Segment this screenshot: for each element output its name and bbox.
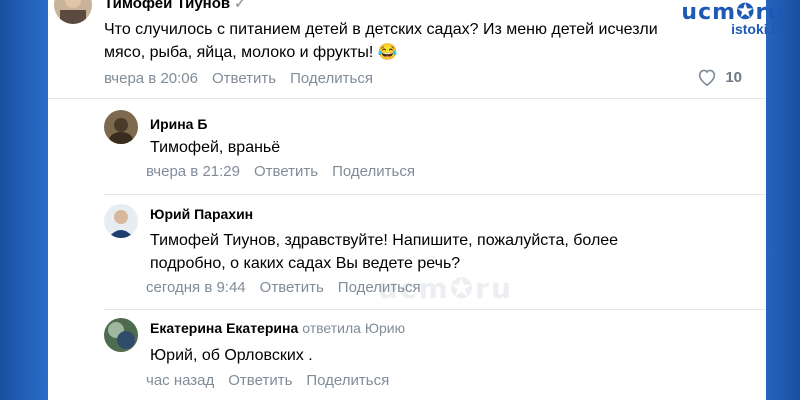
avatar[interactable] (104, 318, 138, 352)
comment-text: Тимофей, враньё (150, 139, 281, 156)
comment-author[interactable]: Юрий Парахин (150, 206, 253, 222)
share-button[interactable]: Поделиться (290, 70, 373, 87)
watermark-logo: ucm✪ru istoki.tv (681, 0, 784, 37)
reply-button[interactable]: Ответить (260, 279, 324, 296)
comment-text: Юрий, об Орловских . (150, 347, 313, 364)
comment-meta: час назад Ответить Поделиться (146, 372, 403, 389)
reply-button[interactable]: Ответить (228, 372, 292, 389)
comment-author[interactable]: Екатерина Екатерина ответила Юрию (150, 320, 405, 336)
reply-button[interactable]: Ответить (212, 70, 276, 87)
like-count: 10 (725, 68, 742, 86)
comment-meta: вчера в 21:29 Ответить Поделиться (146, 163, 429, 180)
share-button[interactable]: Поделиться (306, 372, 389, 389)
comment-author[interactable]: Ирина Б (150, 116, 207, 132)
share-button[interactable]: Поделиться (332, 163, 415, 180)
avatar[interactable] (104, 110, 138, 144)
avatar[interactable] (104, 204, 138, 238)
comment-text: Что случилось с питанием детей в детских… (104, 21, 658, 61)
reply-to-label[interactable]: ответила Юрию (302, 320, 405, 336)
comment-text: Тимофей Тиунов, здравствуйте! Напишите, … (150, 232, 619, 272)
divider (104, 309, 766, 310)
comment-time: сегодня в 9:44 (146, 279, 246, 296)
like-button[interactable]: 10 (697, 68, 742, 86)
comment-time: вчера в 20:06 (104, 70, 198, 87)
comment-author[interactable]: Тимофей Тиунов ✓ (104, 0, 246, 12)
verified-icon: ✓ (234, 0, 246, 11)
divider (48, 98, 766, 99)
comment-time: вчера в 21:29 (146, 163, 240, 180)
watermark-overlay: ucm✪ru (378, 272, 513, 305)
reply-button[interactable]: Ответить (254, 163, 318, 180)
avatar[interactable] (54, 0, 92, 24)
comment-meta: вчера в 20:06 Ответить Поделиться (104, 70, 387, 87)
comment-time: час назад (146, 372, 215, 389)
heart-icon (699, 69, 716, 86)
divider (104, 194, 766, 195)
comments-panel: Тимофей Тиунов ✓ Что случилось с питанием… (48, 0, 766, 400)
